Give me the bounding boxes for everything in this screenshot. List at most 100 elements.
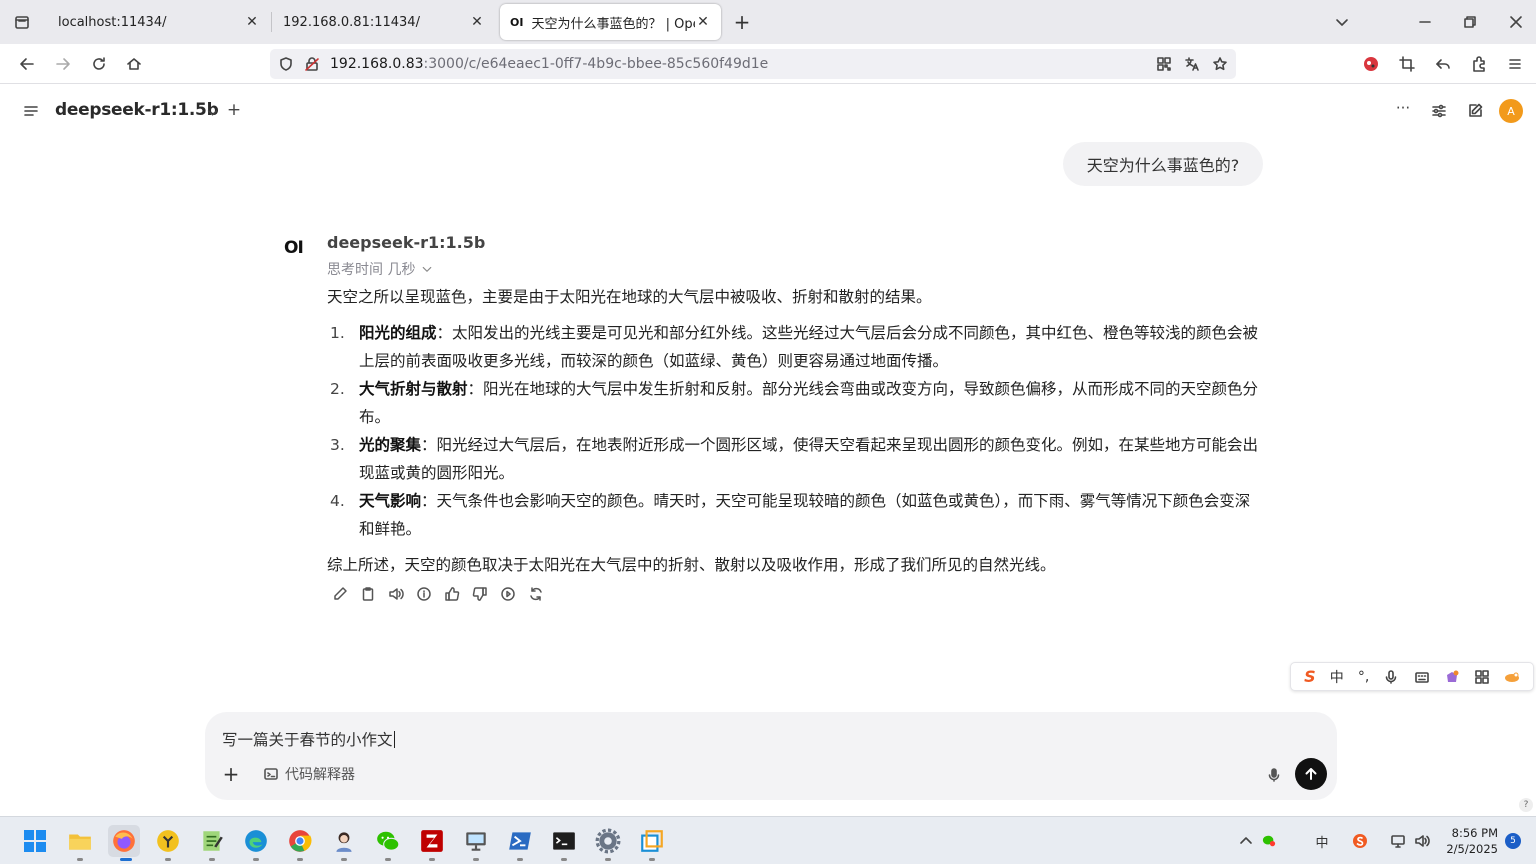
taskbar-file-explorer[interactable] <box>64 825 96 857</box>
close-window-button[interactable] <box>1504 10 1528 34</box>
arrow-left-icon <box>20 58 34 70</box>
list-item: 4. 天气影响：天气条件也会影响天空的颜色。晴天时，天空可能呈现较暗的颜色（如蓝… <box>330 487 1265 543</box>
arrow-right-icon <box>56 58 70 70</box>
monitor-icon <box>466 832 486 851</box>
address-bar[interactable]: 192.168.0.83:3000/c/e64eaec1-0ff7-4b9c-b… <box>270 49 1236 79</box>
code-interpreter-toggle[interactable]: 代码解释器 <box>263 764 355 784</box>
taskbar-powershell[interactable] <box>504 825 536 857</box>
sidebar-toggle-button[interactable] <box>20 100 42 122</box>
menu-icon <box>24 106 38 116</box>
help-button[interactable]: ? <box>1519 798 1533 812</box>
taskbar-virtual-desktop[interactable] <box>636 825 668 857</box>
new-chat-button[interactable] <box>1464 100 1486 122</box>
url-text[interactable]: 192.168.0.83:3000/c/e64eaec1-0ff7-4b9c-b… <box>330 56 768 72</box>
microphone-icon[interactable] <box>1383 669 1399 685</box>
reload-button[interactable] <box>87 52 111 76</box>
extension-button[interactable] <box>1359 52 1383 76</box>
taskbar-edge[interactable] <box>240 825 272 857</box>
taskbar-notepad[interactable] <box>196 825 228 857</box>
ime-punct-toggle[interactable]: °, <box>1358 669 1369 685</box>
tab-list-icon <box>15 16 29 29</box>
bookmark-star-icon[interactable] <box>1212 56 1228 72</box>
thumbs-down-icon <box>472 587 487 601</box>
taskbar-firefox[interactable] <box>108 825 140 857</box>
voice-input-button[interactable] <box>1263 764 1285 786</box>
tray-network[interactable] <box>1386 829 1410 853</box>
undo-close-button[interactable] <box>1431 52 1455 76</box>
app-menu-button[interactable] <box>1503 52 1527 76</box>
list-item-title: 光的聚集 <box>359 436 422 454</box>
ime-mode-toggle[interactable]: 中 <box>1330 667 1344 687</box>
close-icon[interactable]: ✕ <box>695 14 711 30</box>
home-button[interactable] <box>122 52 146 76</box>
model-selector[interactable]: deepseek-r1:1.5b <box>55 100 219 120</box>
skin-icon[interactable] <box>1444 669 1460 685</box>
url-host: 192.168.0.83 <box>330 56 424 72</box>
insecure-lock-icon[interactable] <box>304 56 320 72</box>
tab-list-button[interactable] <box>10 10 34 34</box>
thumbs-up-button[interactable] <box>443 585 461 603</box>
add-model-button[interactable]: + <box>223 99 245 121</box>
back-button[interactable] <box>15 52 39 76</box>
tab-ollama-81[interactable]: 192.168.0.81:11434/ ✕ <box>273 0 495 44</box>
tray-ime-indicator[interactable]: 中 <box>1310 829 1334 853</box>
tray-volume[interactable] <box>1410 829 1434 853</box>
tray-wechat[interactable] <box>1258 829 1280 853</box>
message-input[interactable]: 写一篇关于春节的小作文 <box>222 728 395 750</box>
keyboard-icon[interactable] <box>1414 669 1430 685</box>
browser-tab-bar: localhost:11434/ ✕ 192.168.0.81:11434/ ✕… <box>0 0 1536 44</box>
tray-sogou[interactable] <box>1348 829 1372 853</box>
taskbar-app-yellow[interactable] <box>152 825 184 857</box>
edit-message-button[interactable] <box>331 585 349 603</box>
taskbar-chrome[interactable] <box>284 825 316 857</box>
thinking-toggle[interactable]: 思考时间 几秒 <box>327 259 433 279</box>
taskbar-filezilla[interactable] <box>416 825 448 857</box>
close-icon[interactable]: ✕ <box>469 14 485 30</box>
notification-badge[interactable]: 5 <box>1505 833 1521 849</box>
copy-button[interactable] <box>359 585 377 603</box>
list-all-tabs-button[interactable] <box>1330 10 1354 34</box>
tab-localhost[interactable]: localhost:11434/ ✕ <box>48 0 270 44</box>
more-options-button[interactable]: ··· <box>1392 97 1414 119</box>
grid-menu-icon[interactable] <box>1474 669 1490 685</box>
regenerate-button[interactable] <box>527 585 545 603</box>
forward-button[interactable] <box>51 52 75 76</box>
shield-icon[interactable] <box>278 56 294 72</box>
generation-info-button[interactable] <box>415 585 433 603</box>
taskbar-settings[interactable] <box>592 825 624 857</box>
clipboard-icon <box>362 587 374 601</box>
minimize-button[interactable] <box>1413 10 1437 34</box>
restore-button[interactable] <box>1458 10 1482 34</box>
attach-button[interactable]: + <box>219 762 243 786</box>
taskbar-remote-desktop[interactable] <box>460 825 492 857</box>
sogou-logo-icon[interactable]: S <box>1304 667 1316 686</box>
close-icon[interactable]: ✕ <box>244 14 260 30</box>
taskbar-avatar-app[interactable] <box>328 825 360 857</box>
start-button[interactable] <box>19 825 51 857</box>
new-tab-button[interactable]: + <box>730 10 754 34</box>
thumbs-down-button[interactable] <box>471 585 489 603</box>
list-number: 4. <box>330 492 345 510</box>
extensions-button[interactable] <box>1467 52 1491 76</box>
continue-response-button[interactable] <box>499 585 517 603</box>
taskbar-wechat[interactable] <box>372 825 404 857</box>
ime-toolbar: S 中 °, <box>1290 662 1534 691</box>
translate-icon[interactable] <box>1184 56 1200 72</box>
avatar[interactable]: A <box>1499 99 1523 123</box>
send-button[interactable] <box>1295 758 1327 790</box>
list-item-separator: ： <box>421 492 437 510</box>
qr-code-icon[interactable] <box>1156 56 1172 72</box>
model-dropdown-button[interactable] <box>201 101 223 123</box>
tab-open-webui[interactable]: OI 天空为什么事蓝色的？ | Open WebUI ✕ <box>500 4 721 40</box>
message-composer: 写一篇关于春节的小作文 + 代码解释器 <box>205 712 1337 800</box>
tray-overflow-button[interactable] <box>1236 829 1256 853</box>
taskbar-terminal[interactable] <box>548 825 580 857</box>
crop-tool-button[interactable] <box>1395 52 1419 76</box>
read-aloud-button[interactable] <box>387 585 405 603</box>
ime-mascot-icon[interactable] <box>1504 669 1520 685</box>
running-indicator <box>209 858 215 861</box>
controls-button[interactable] <box>1428 100 1450 122</box>
tray-clock[interactable]: 8:56 PM 2/5/2025 <box>1444 825 1498 857</box>
answer-conclusion: 综上所述，天空的颜色取决于太阳光在大气层中的折射、散射以及吸收作用，形成了我们所… <box>327 556 1056 574</box>
list-item-separator: ： <box>436 324 453 342</box>
